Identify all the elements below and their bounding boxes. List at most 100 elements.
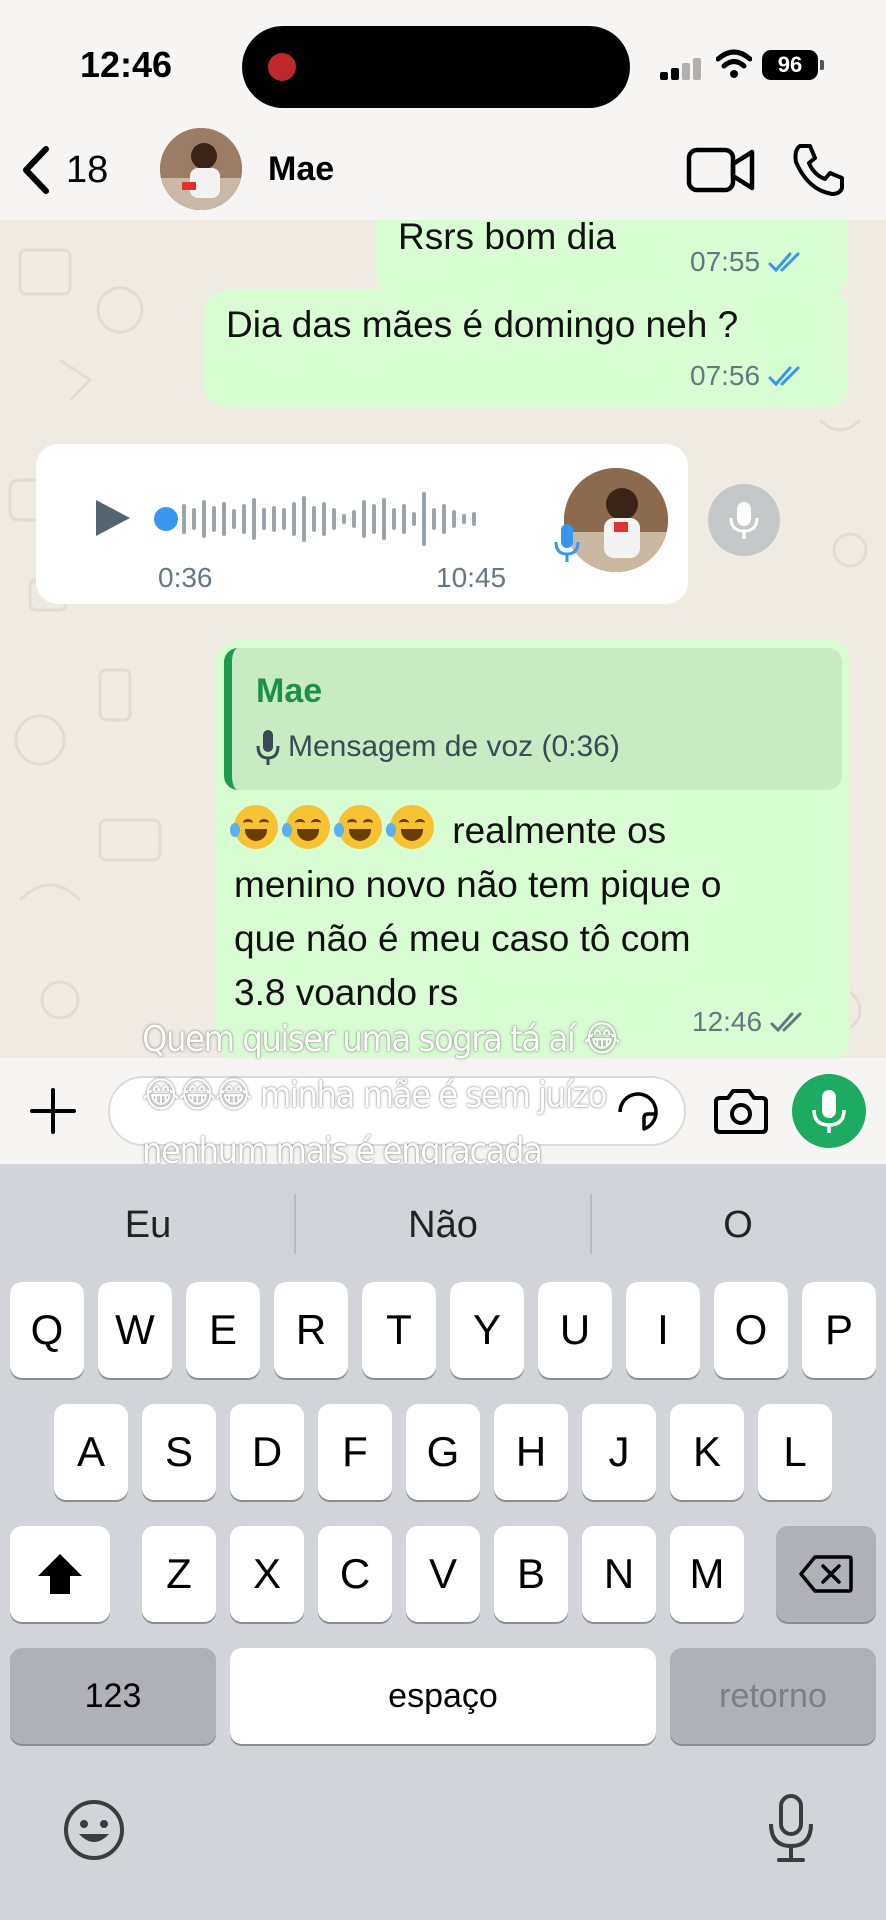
key[interactable]: C (318, 1526, 392, 1622)
quoted-message[interactable]: Mae Mensagem de voz (0:36) (224, 648, 842, 790)
recording-indicator (268, 53, 296, 81)
key[interactable]: O (714, 1282, 788, 1378)
key[interactable]: E (186, 1282, 260, 1378)
message-time: 07:55 (690, 246, 761, 277)
audio-waveform[interactable] (154, 484, 514, 554)
suggestion-1[interactable]: Eu (8, 1204, 288, 1247)
key[interactable]: A (54, 1404, 128, 1500)
back-button[interactable]: 18 (18, 138, 128, 202)
key[interactable]: T (362, 1282, 436, 1378)
cellular-signal-icon (660, 58, 704, 80)
status-bar: 12:46 96 (0, 0, 886, 120)
dictation-microphone-icon[interactable] (766, 1794, 816, 1864)
keyboard: Eu Não O Q W E R T Y U I O P A S D F G H… (0, 1164, 886, 1920)
key[interactable]: R (274, 1282, 348, 1378)
voice-record-button[interactable] (792, 1074, 866, 1148)
key[interactable]: V (406, 1526, 480, 1622)
read-receipt-icon (768, 252, 800, 273)
key[interactable]: M (670, 1526, 744, 1622)
microphone-icon (554, 524, 580, 562)
key[interactable]: Q (10, 1282, 84, 1378)
key[interactable]: Z (142, 1526, 216, 1622)
key[interactable]: B (494, 1526, 568, 1622)
message-meta: 12:46 (692, 1006, 810, 1038)
key[interactable]: Y (450, 1282, 524, 1378)
chat-area[interactable]: Rsrs bom dia 07:55 Dia das mães é doming… (0, 220, 886, 1058)
delivered-receipt-icon (770, 1012, 802, 1033)
suggestion-3[interactable]: O (598, 1204, 878, 1247)
backspace-icon (799, 1555, 853, 1593)
key[interactable]: L (758, 1404, 832, 1500)
backspace-key[interactable] (776, 1526, 876, 1622)
message-line: realmente os (230, 804, 834, 858)
battery-indicator: 96 (762, 50, 824, 80)
key[interactable]: N (582, 1526, 656, 1622)
key[interactable]: F (318, 1404, 392, 1500)
key[interactable]: P (802, 1282, 876, 1378)
key[interactable]: D (230, 1404, 304, 1500)
status-time: 12:46 (80, 44, 173, 85)
caption-line: 😂😂😂 minha mãe é sem juízo (142, 1075, 607, 1116)
video-call-icon[interactable] (686, 144, 756, 196)
return-key[interactable]: retorno (670, 1648, 876, 1744)
key[interactable]: J (582, 1404, 656, 1500)
message-time: 07:56 (690, 360, 761, 391)
read-receipt-icon (768, 366, 800, 387)
message-bubble[interactable]: Mae Mensagem de voz (0:36) realmente os … (216, 640, 850, 1058)
message-text: realmente os (452, 810, 667, 851)
video-caption: Quem quiser uma sogra tá aí 😂 😂😂😂 minha … (142, 1012, 702, 1180)
message-text: Dia das mães é domingo neh ? (226, 304, 739, 345)
microphone-icon (729, 502, 759, 539)
message-text: que não é meu caso tô com (234, 918, 691, 959)
quoted-sender: Mae (256, 672, 323, 710)
message-time: 10:45 (436, 562, 507, 593)
laughing-emoji-icon (230, 805, 278, 849)
quoted-text: Mensagem de voz (0:36) (288, 730, 620, 763)
suggestion-divider (590, 1194, 592, 1254)
unread-count: 18 (66, 148, 109, 191)
key[interactable]: K (670, 1404, 744, 1500)
key[interactable]: S (142, 1404, 216, 1500)
key[interactable]: U (538, 1282, 612, 1378)
chat-header: 18 Mae (0, 120, 886, 220)
voice-position: 0:36 (158, 562, 213, 593)
message-text: menino novo não tem pique o (234, 864, 722, 905)
avatar[interactable] (160, 128, 242, 210)
shift-icon (38, 1554, 82, 1594)
message-time: 12:46 (692, 1006, 763, 1037)
suggestion-2[interactable]: Não (303, 1204, 583, 1247)
message-meta: 07:56 (690, 360, 808, 392)
play-icon[interactable] (90, 496, 134, 540)
key[interactable]: H (494, 1404, 568, 1500)
phone-icon[interactable] (790, 142, 846, 198)
message-text: Rsrs bom dia (398, 220, 616, 257)
message-body: realmente os menino novo não tem pique o… (230, 804, 834, 1020)
laughing-emoji-icon (386, 805, 434, 849)
key[interactable]: X (230, 1526, 304, 1622)
contact-photo (160, 128, 242, 210)
chevron-left-icon (23, 146, 49, 194)
key[interactable]: W (98, 1282, 172, 1378)
shift-key[interactable] (10, 1526, 110, 1622)
emoji-icon[interactable] (62, 1798, 126, 1862)
message-bubble[interactable]: Dia das mães é domingo neh ? 07:56 (204, 290, 848, 408)
key[interactable]: I (626, 1282, 700, 1378)
key[interactable]: G (406, 1404, 480, 1500)
space-key[interactable]: espaço (230, 1648, 656, 1744)
voice-message-bubble[interactable]: 0:36 10:45 (36, 444, 688, 604)
microphone-icon (256, 730, 280, 765)
caption-line: Quem quiser uma sogra tá aí 😂 (142, 1019, 621, 1060)
suggestion-divider (294, 1194, 296, 1254)
laughing-emoji-icon (334, 805, 382, 849)
contact-name[interactable]: Mae (268, 150, 334, 189)
dynamic-island (242, 26, 630, 108)
plus-icon[interactable] (28, 1086, 78, 1136)
camera-icon[interactable] (712, 1088, 770, 1136)
message-bubble[interactable]: Rsrs bom dia 07:55 (376, 220, 848, 296)
numbers-key[interactable]: 123 (10, 1648, 216, 1744)
laughing-emoji-icon (282, 805, 330, 849)
transcribe-button[interactable] (708, 484, 780, 556)
microphone-icon (812, 1090, 846, 1133)
wifi-icon (716, 49, 752, 78)
message-meta: 07:55 (690, 246, 808, 278)
